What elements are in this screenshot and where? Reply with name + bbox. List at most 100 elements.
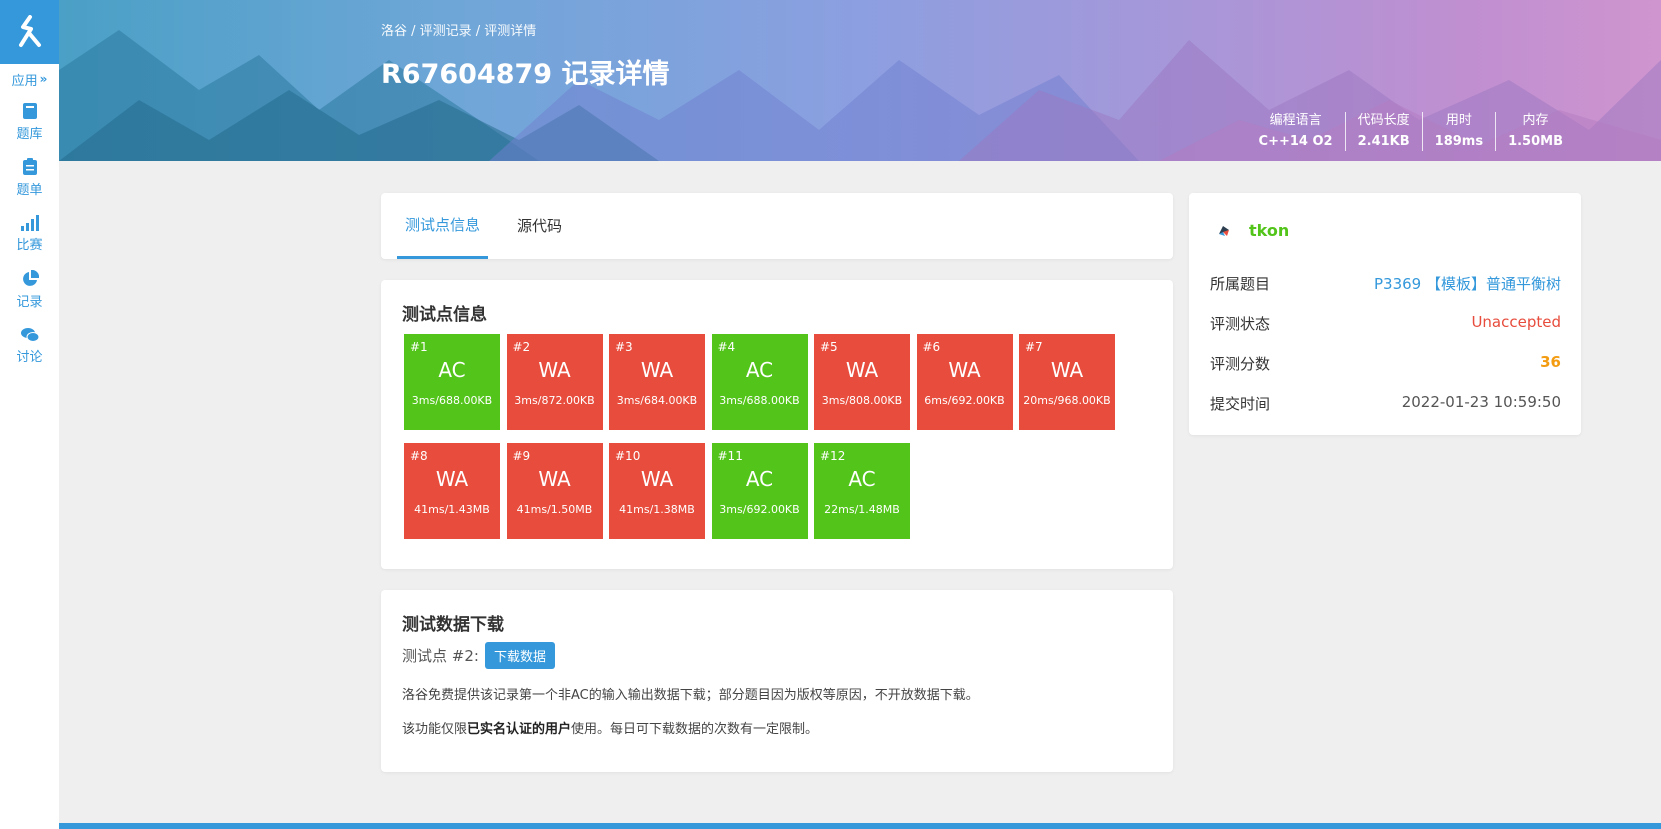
submit-time-value: 2022-01-23 10:59:50 bbox=[1401, 393, 1561, 411]
testcase-box[interactable]: #6 WA 6ms/692.00KB bbox=[916, 334, 1013, 430]
pie-chart-icon bbox=[22, 270, 39, 286]
score-value: 36 bbox=[1540, 353, 1561, 371]
sidebar-item-label: 题单 bbox=[16, 183, 43, 198]
avatar bbox=[1219, 225, 1229, 236]
testcase-time-memory: 3ms/692.00KB bbox=[719, 503, 800, 516]
testcase-grid: #1 AC 3ms/688.00KB #2 WA 3ms/872.00KB #3 WA 3ms/… bbox=[404, 334, 1124, 552]
testcase-box[interactable]: #11 AC 3ms/692.00KB bbox=[711, 443, 808, 539]
testcase-status: WA bbox=[1050, 358, 1084, 382]
download-card: 测试数据下载 测试点 #2: 下载数据 洛谷免费提供该记录第一个非AC的输入输出… bbox=[381, 590, 1173, 772]
download-note-1: 洛谷免费提供该记录第一个非AC的输入输出数据下载；部分题目因为版权等原因，不开放… bbox=[402, 688, 979, 703]
stat-time: 用时 189ms bbox=[1421, 112, 1495, 151]
testcase-id: #8 bbox=[410, 449, 428, 463]
download-note-2: 该功能仅限已实名认证的用户使用。每日可下载数据的次数有一定限制。 bbox=[402, 718, 818, 737]
sidebar-item-label: 记录 bbox=[16, 295, 43, 310]
sidebar-item-label: 题库 bbox=[16, 127, 43, 142]
testcase-box[interactable]: #10 WA 41ms/1.38MB bbox=[609, 443, 705, 539]
stat-code-length: 代码长度 2.41KB bbox=[1344, 112, 1422, 151]
info-label: 评测状态 bbox=[1210, 315, 1271, 333]
status-value: Unaccepted bbox=[1471, 313, 1561, 331]
luogu-logo[interactable] bbox=[0, 0, 59, 64]
book-icon bbox=[22, 103, 37, 119]
sidebar-item-label: 讨论 bbox=[16, 350, 43, 365]
testcase-status: WA bbox=[435, 467, 469, 491]
info-label: 提交时间 bbox=[1210, 395, 1271, 413]
download-row: 测试点 #2: 下载数据 bbox=[402, 642, 555, 669]
testcase-status: WA bbox=[948, 358, 981, 382]
user-link[interactable]: tkon bbox=[1217, 221, 1289, 240]
tab-testcases[interactable]: 测试点信息 bbox=[397, 193, 489, 259]
testcase-box[interactable]: #2 WA 3ms/872.00KB bbox=[506, 334, 603, 430]
testcase-time-memory: 3ms/808.00KB bbox=[821, 394, 903, 407]
download-title: 测试数据下载 bbox=[402, 615, 504, 635]
testcase-time-memory: 6ms/692.00KB bbox=[924, 394, 1005, 407]
stat-value: 2.41KB bbox=[1357, 134, 1410, 149]
apps-label: 应用 bbox=[11, 73, 38, 89]
testcase-box[interactable]: #7 WA 20ms/968.00KB bbox=[1019, 334, 1115, 430]
testcase-box[interactable]: #3 WA 3ms/684.00KB bbox=[609, 334, 705, 430]
testcase-status: AC bbox=[745, 467, 774, 491]
testcase-status: WA bbox=[640, 467, 674, 491]
info-row-problem: 所属题目 P3369 【模板】普通平衡树 bbox=[1210, 273, 1561, 294]
testcase-status: WA bbox=[845, 358, 879, 382]
sidebar-item-problems[interactable]: 题库 bbox=[0, 94, 59, 150]
stat-language: 编程语言 C++14 O2 bbox=[1247, 112, 1345, 151]
testcase-id: #12 bbox=[820, 449, 846, 463]
testcase-box[interactable]: #4 AC 3ms/688.00KB bbox=[711, 334, 808, 430]
sidebar-item-discuss[interactable]: 讨论 bbox=[0, 318, 59, 374]
stat-label: 内存 bbox=[1522, 113, 1549, 128]
username[interactable]: tkon bbox=[1249, 221, 1289, 240]
testcase-status: WA bbox=[640, 358, 674, 382]
testcase-time-memory: 3ms/872.00KB bbox=[514, 394, 595, 407]
footer-accent-bar bbox=[59, 823, 1661, 829]
testcase-time-memory: 41ms/1.38MB bbox=[619, 503, 695, 516]
sidebar-item-records[interactable]: 记录 bbox=[0, 262, 59, 318]
testcase-id: #7 bbox=[1025, 340, 1043, 354]
luogu-logo-icon bbox=[18, 15, 41, 47]
testcase-box[interactable]: #12 AC 22ms/1.48MB bbox=[814, 443, 910, 539]
testcase-box[interactable]: #9 WA 41ms/1.50MB bbox=[506, 443, 603, 539]
download-data-button[interactable]: 下载数据 bbox=[484, 642, 555, 669]
info-label: 评测分数 bbox=[1210, 355, 1271, 373]
info-row-status: 评测状态 Unaccepted bbox=[1210, 313, 1561, 334]
testcase-time-memory: 3ms/688.00KB bbox=[411, 394, 493, 407]
tabs-card: 测试点信息 源代码 bbox=[381, 193, 1173, 259]
testcase-id: #2 bbox=[512, 340, 531, 354]
testcases-title: 测试点信息 bbox=[402, 305, 487, 325]
testcase-id: #6 bbox=[922, 340, 941, 354]
testcase-status: AC bbox=[745, 358, 774, 382]
stat-value: 1.50MB bbox=[1508, 134, 1563, 149]
note-text: 使用。每日可下载数据的次数有一定限制。 bbox=[571, 722, 819, 737]
chat-icon bbox=[20, 328, 39, 342]
testcase-status: AC bbox=[438, 358, 466, 382]
info-label: 所属题目 bbox=[1210, 275, 1271, 293]
stat-label: 用时 bbox=[1445, 113, 1472, 128]
testcase-box[interactable]: #5 WA 3ms/808.00KB bbox=[814, 334, 910, 430]
double-chevron-right-icon: » bbox=[39, 72, 48, 86]
testcases-card: 测试点信息 #1 AC 3ms/688.00KB #2 WA 3ms/872.00KB #3… bbox=[381, 280, 1173, 569]
tab-source-code[interactable]: 源代码 bbox=[517, 193, 562, 259]
testcase-time-memory: 3ms/684.00KB bbox=[616, 394, 698, 407]
record-stats: 编程语言 C++14 O2 代码长度 2.41KB 用时 189ms 内存 1.… bbox=[1247, 112, 1575, 151]
breadcrumb[interactable]: 洛谷 / 评测记录 / 评测详情 bbox=[381, 20, 536, 39]
apps-menu-toggle[interactable]: 应用 » bbox=[0, 64, 59, 94]
testcase-id: #3 bbox=[615, 340, 633, 354]
stat-label: 代码长度 bbox=[1357, 113, 1410, 128]
sidebar-item-training[interactable]: 题单 bbox=[0, 150, 59, 206]
testcase-time-memory: 22ms/1.48MB bbox=[824, 503, 900, 516]
download-label: 测试点 #2: bbox=[402, 647, 479, 665]
stat-value: C++14 O2 bbox=[1258, 134, 1333, 149]
info-row-score: 评测分数 36 bbox=[1210, 353, 1561, 374]
testcase-box[interactable]: #1 AC 3ms/688.00KB bbox=[404, 334, 500, 430]
testcase-id: #10 bbox=[615, 449, 641, 463]
sidebar-item-contest[interactable]: 比赛 bbox=[0, 206, 59, 262]
testcase-box[interactable]: #8 WA 41ms/1.43MB bbox=[404, 443, 500, 539]
problem-link[interactable]: P3369 【模板】普通平衡树 bbox=[1374, 273, 1561, 294]
record-info-card: tkon 所属题目 P3369 【模板】普通平衡树 评测状态 Unaccepte… bbox=[1189, 193, 1581, 435]
testcase-id: #11 bbox=[717, 449, 743, 463]
testcase-id: #5 bbox=[820, 340, 838, 354]
note-bold: 已实名认证的用户 bbox=[467, 722, 572, 737]
info-row-submit-time: 提交时间 2022-01-23 10:59:50 bbox=[1210, 393, 1561, 414]
testcase-status: WA bbox=[538, 358, 571, 382]
stat-memory: 内存 1.50MB bbox=[1495, 112, 1575, 151]
